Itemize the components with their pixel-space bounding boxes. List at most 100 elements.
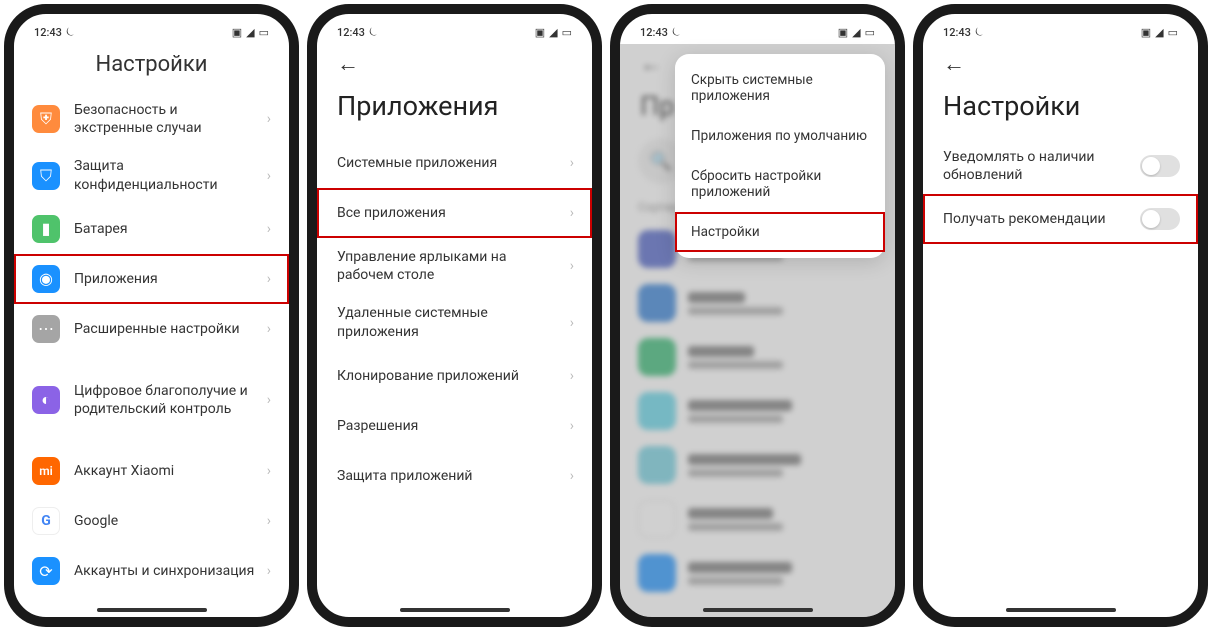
- sync-icon: ⟳: [32, 557, 60, 585]
- menu-default-apps[interactable]: Приложения по умолчанию: [675, 116, 885, 156]
- menu-settings[interactable]: Настройки: [675, 212, 885, 252]
- item-label: Все приложения: [337, 204, 562, 222]
- chevron-right-icon: ›: [267, 392, 271, 408]
- camera-icon: ▣: [838, 26, 848, 39]
- alarm-icon: ⏾: [66, 25, 75, 39]
- camera-icon: ▣: [232, 26, 242, 39]
- dots-icon: ⋯: [32, 315, 60, 343]
- chevron-right-icon: ›: [267, 513, 271, 529]
- item-label: Удаленные системные приложения: [337, 304, 562, 340]
- page-title: Приложения: [317, 84, 592, 138]
- item-system-apps[interactable]: Системные приложения ›: [317, 138, 592, 188]
- wifi-icon: ◢: [1155, 26, 1163, 39]
- chevron-right-icon: ›: [570, 258, 574, 274]
- item-google[interactable]: G Google ›: [14, 496, 289, 546]
- item-applications[interactable]: ◉ Приложения ›: [14, 254, 289, 304]
- wifi-icon: ◢: [246, 26, 254, 39]
- chevron-right-icon: ›: [570, 155, 574, 171]
- home-indicator[interactable]: [400, 608, 510, 612]
- status-time: 12:43: [943, 26, 971, 39]
- item-confidentiality[interactable]: ◓ Конфиденциальность ›: [14, 614, 289, 627]
- item-security-emergency[interactable]: ⛨ Безопасность и экстренные случаи ›: [14, 91, 289, 147]
- wifi-icon: ◢: [549, 26, 557, 39]
- apps-icon: ◉: [32, 265, 60, 293]
- item-label: Системные приложения: [337, 154, 562, 172]
- alarm-icon: ⏾: [975, 25, 984, 39]
- item-label: Аккаунт Xiaomi: [74, 462, 259, 480]
- chevron-right-icon: ›: [267, 463, 271, 479]
- item-label: Получать рекомендации: [943, 210, 1140, 228]
- status-bar: 12:43 ⏾ ▣ ◢ ▭: [923, 14, 1198, 44]
- camera-icon: ▣: [535, 26, 545, 39]
- alarm-icon: ⏾: [672, 25, 681, 39]
- back-button[interactable]: ←: [331, 47, 365, 81]
- item-label: Уведомлять о наличии обновлений: [943, 148, 1140, 184]
- header: ←: [317, 44, 592, 84]
- status-bar: 12:43 ⏾ ▣ ◢ ▭: [620, 14, 895, 44]
- google-icon: G: [32, 507, 60, 535]
- item-recommendations[interactable]: Получать рекомендации: [923, 194, 1198, 244]
- menu-reset-app-prefs[interactable]: Сбросить настройки приложений: [675, 156, 885, 212]
- chevron-right-icon: ›: [570, 468, 574, 484]
- status-time: 12:43: [34, 26, 62, 39]
- back-button[interactable]: ←: [937, 47, 971, 81]
- item-label: Аккаунты и синхронизация: [74, 562, 259, 580]
- context-menu: Скрыть системные приложения Приложения п…: [675, 54, 885, 258]
- item-deleted-system-apps[interactable]: Удаленные системные приложения ›: [317, 294, 592, 350]
- item-all-apps[interactable]: Все приложения ›: [317, 188, 592, 238]
- item-label: Google: [74, 512, 259, 530]
- chevron-right-icon: ›: [267, 221, 271, 237]
- home-indicator[interactable]: [703, 608, 813, 612]
- battery-icon: ▮: [32, 215, 60, 243]
- alarm-icon: ⏾: [369, 25, 378, 39]
- chevron-right-icon: ›: [570, 205, 574, 221]
- item-label: Разрешения: [337, 417, 562, 435]
- mi-icon: mi: [32, 457, 60, 485]
- chevron-right-icon: ›: [267, 271, 271, 287]
- item-update-notifications[interactable]: Уведомлять о наличии обновлений: [923, 138, 1198, 194]
- item-label: Безопасность и экстренные случаи: [74, 101, 259, 137]
- item-advanced-settings[interactable]: ⋯ Расширенные настройки ›: [14, 304, 289, 354]
- item-xiaomi-account[interactable]: mi Аккаунт Xiaomi ›: [14, 446, 289, 496]
- menu-hide-system-apps[interactable]: Скрыть системные приложения: [675, 60, 885, 116]
- chevron-right-icon: ›: [570, 368, 574, 384]
- chevron-right-icon: ›: [267, 563, 271, 579]
- status-time: 12:43: [640, 26, 668, 39]
- item-label: Защита конфиденциальности: [74, 157, 259, 193]
- phone-settings: 12:43 ⏾ ▣ ◢ ▭ Настройки ⛨ Безопасность и…: [4, 4, 299, 627]
- item-app-protection[interactable]: Защита приложений ›: [317, 451, 592, 501]
- item-label: Приложения: [74, 270, 259, 288]
- page-title: Настройки: [14, 44, 289, 91]
- toggle-recommendations[interactable]: [1140, 208, 1180, 230]
- wellbeing-icon: ◐: [32, 386, 60, 414]
- home-indicator[interactable]: [97, 608, 207, 612]
- phone-applications: 12:43 ⏾ ▣ ◢ ▭ ← Приложения Системные при…: [307, 4, 602, 627]
- item-permissions[interactable]: Разрешения ›: [317, 401, 592, 451]
- item-battery[interactable]: ▮ Батарея ›: [14, 204, 289, 254]
- toggle-updates[interactable]: [1140, 155, 1180, 177]
- status-time: 12:43: [337, 26, 365, 39]
- header: ←: [923, 44, 1198, 84]
- chevron-right-icon: ›: [267, 168, 271, 184]
- chevron-right-icon: ›: [267, 321, 271, 337]
- item-label: Расширенные настройки: [74, 320, 259, 338]
- battery-icon: ▭: [259, 26, 269, 39]
- item-label: Управление ярлыками на рабочем столе: [337, 248, 562, 284]
- wifi-icon: ◢: [852, 26, 860, 39]
- camera-icon: ▣: [1141, 26, 1151, 39]
- item-privacy-protection[interactable]: ⛉ Защита конфиденциальности ›: [14, 147, 289, 203]
- item-shortcut-management[interactable]: Управление ярлыками на рабочем столе ›: [317, 238, 592, 294]
- battery-icon: ▭: [1168, 26, 1178, 39]
- home-indicator[interactable]: [1006, 608, 1116, 612]
- item-label: Защита приложений: [337, 467, 562, 485]
- item-digital-wellbeing[interactable]: ◐ Цифровое благополучие и родительский к…: [14, 372, 289, 428]
- page-title: Настройки: [923, 84, 1198, 138]
- chevron-right-icon: ›: [570, 418, 574, 434]
- item-label: Клонирование приложений: [337, 367, 562, 385]
- privacy-icon: ◓: [32, 625, 60, 627]
- shield-icon: ⛨: [32, 105, 60, 133]
- item-accounts-sync[interactable]: ⟳ Аккаунты и синхронизация ›: [14, 546, 289, 596]
- phone-app-settings: 12:43 ⏾ ▣ ◢ ▭ ← Настройки Уведомлять о н…: [913, 4, 1208, 627]
- item-dual-apps[interactable]: Клонирование приложений ›: [317, 351, 592, 401]
- chevron-right-icon: ›: [570, 315, 574, 331]
